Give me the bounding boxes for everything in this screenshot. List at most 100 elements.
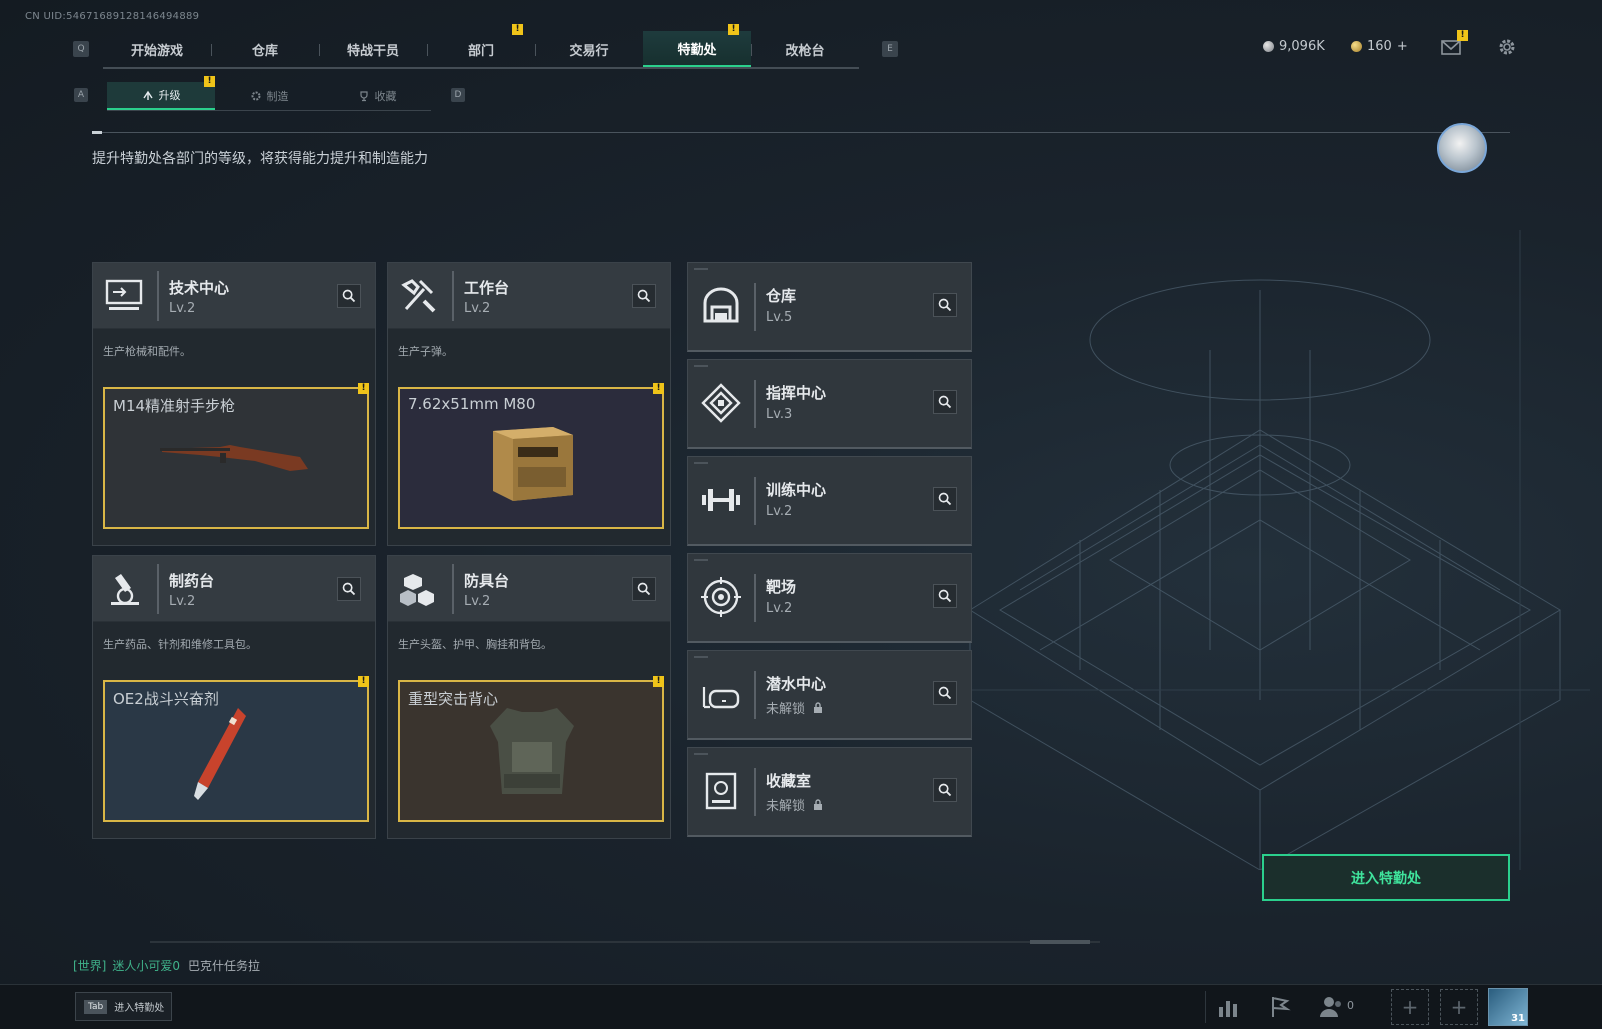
tab-shortcut-label: 进入特勤处 [114,1003,165,1014]
enter-special-ops-button[interactable]: 进入特勤处 [1262,854,1510,901]
subtab-collection[interactable]: 收藏 [323,82,431,110]
tab-trading[interactable]: 交易行 [535,31,643,67]
facility-lock-status: 未解锁 [766,698,823,717]
facility-name: 潜水中心 [766,675,827,693]
friends-icon[interactable] [1318,993,1346,1021]
facility-card-training-center[interactable]: 训练中心 Lv.2 [687,456,972,546]
craft-slot[interactable]: OE2战斗兴奋剂 ! [103,676,369,822]
inspect-button[interactable] [933,584,957,608]
chat-user[interactable]: 迷人小可爱0 [112,959,180,973]
main-nav: 开始游戏 仓库 特战干员 部门! 交易行 特勤处! 改枪台 [103,24,859,69]
inspect-button[interactable] [632,284,656,308]
card-header: 工作台 Lv.2 [388,263,670,329]
silver-amount: 9,096K [1279,39,1325,54]
app-window: CN UID:546716891281464948​89 Q 开始游戏 仓库 特… [0,0,1602,1029]
player-avatar[interactable]: 31 [1488,988,1528,1026]
facility-level: Lv.2 [464,301,491,316]
header-separator [754,768,756,816]
subtab-upgrade[interactable]: 升级 ! [107,76,215,110]
user-id: CN UID:546716891281464948​89 [25,11,200,22]
sub-nav: 升级 ! 制造 收藏 [107,76,431,111]
flag-icon[interactable] [1266,993,1294,1021]
craft-item-name: 7.62x51mm M80 [408,395,536,413]
ammo-box-image [493,427,573,501]
facility-card-workbench[interactable]: 工作台 Lv.2 生产子弹。 7.62x51mm M80 ! [387,262,671,546]
search-icon [938,298,952,312]
craft-slot[interactable]: 7.62x51mm M80 ! [398,383,664,529]
subtab-label: 收藏 [374,90,397,103]
search-icon [938,492,952,506]
inspect-button[interactable] [933,487,957,511]
alert-badge: ! [653,383,664,394]
page-description: 提升特勤处各部门的等级，将获得能力提升和制造能力 [92,151,428,167]
silver-coin-icon [1263,41,1274,52]
gold-coin-icon [1351,41,1362,52]
inspect-button[interactable] [933,390,957,414]
craft-slot[interactable]: M14精准射手步枪 ! [103,383,369,529]
facility-card-armor-bench[interactable]: 防具台 Lv.2 生产头盔、护甲、胸挂和背包。 重型突击背心 ! [387,555,671,839]
squad-slot-1[interactable]: + [1391,989,1429,1025]
inspect-button[interactable] [337,284,361,308]
header-separator [754,477,756,525]
search-icon [938,783,952,797]
facility-level: Lv.5 [766,310,793,325]
silver-currency[interactable]: 9,096K [1263,39,1325,54]
card-tick [694,559,708,561]
facility-card-tech-center[interactable]: 技术中心 Lv.2 生产枪械和配件。 M14精准射手步枪 ! [92,262,376,546]
tab-start-game[interactable]: 开始游戏 [103,31,211,67]
search-icon [938,395,952,409]
gear-icon [251,91,260,101]
facility-level: Lv.2 [169,301,196,316]
search-icon [637,289,651,303]
scrollbar-thumb[interactable] [1030,940,1090,944]
craft-slot[interactable]: 重型突击背心 ! [398,676,664,822]
rifle-image [160,445,308,471]
horizontal-scrollbar[interactable] [150,940,1100,944]
prev-tab-key: Q [73,41,89,57]
facility-level: Lv.2 [169,594,196,609]
facility-name: 指挥中心 [766,384,827,402]
add-gold-button[interactable]: + [1397,39,1408,54]
gold-currency[interactable]: 160 + [1351,39,1408,54]
inspect-button[interactable] [337,577,361,601]
chat-line[interactable]: [世界] 迷人小可爱0 巴克什任务拉 [73,957,260,974]
profile-avatar[interactable] [1437,123,1487,173]
header-separator [754,283,756,331]
gear-icon[interactable] [1496,36,1518,58]
inspect-button[interactable] [933,293,957,317]
card-tick [694,753,708,755]
facility-card-warehouse[interactable]: 仓库 Lv.5 [687,262,972,352]
facility-card-shooting-range[interactable]: 靶场 Lv.2 [687,553,972,643]
facility-name: 训练中心 [766,481,827,499]
facility-name: 靶场 [766,578,797,596]
trophy-icon [359,91,368,102]
stats-icon[interactable] [1214,993,1242,1021]
cubes-icon [400,574,434,606]
next-tab-key: E [882,41,898,57]
subtab-craft[interactable]: 制造 [215,82,323,110]
card-header: 技术中心 Lv.2 [93,263,375,329]
inspect-button[interactable] [632,577,656,601]
facility-card-pharmacy[interactable]: 制药台 Lv.2 生产药品、针剂和维修工具包。 OE2战斗兴奋剂 ! [92,555,376,839]
chat-message: 巴克什任务拉 [188,959,261,973]
facility-card-command-center[interactable]: 指挥中心 Lv.3 [687,359,972,449]
tab-shortcut-hint[interactable]: Tab 进入特勤处 [75,992,172,1021]
player-level-badge: 31 [1511,1013,1525,1024]
facility-level: Lv.3 [766,407,793,422]
subtab-label: 制造 [266,90,289,103]
tab-operators[interactable]: 特战干员 [319,31,427,67]
dumbbell-icon [702,489,740,511]
facility-card-diving-center[interactable]: 潜水中心 未解锁 [687,650,972,740]
facility-card-collection-room[interactable]: 收藏室 未解锁 [687,747,972,837]
facility-lock-status: 未解锁 [766,795,823,814]
tab-warehouse[interactable]: 仓库 [211,31,319,67]
inspect-button[interactable] [933,681,957,705]
squad-slot-2[interactable]: + [1440,989,1478,1025]
diving-mask-icon [702,687,740,709]
microscope-icon [111,574,139,605]
tab-special-ops[interactable]: 特勤处! [643,24,751,67]
inspect-button[interactable] [933,778,957,802]
tab-gunsmith[interactable]: 改枪台 [751,31,859,67]
facility-name: 技术中心 [169,279,230,297]
tab-department[interactable]: 部门! [427,24,535,67]
